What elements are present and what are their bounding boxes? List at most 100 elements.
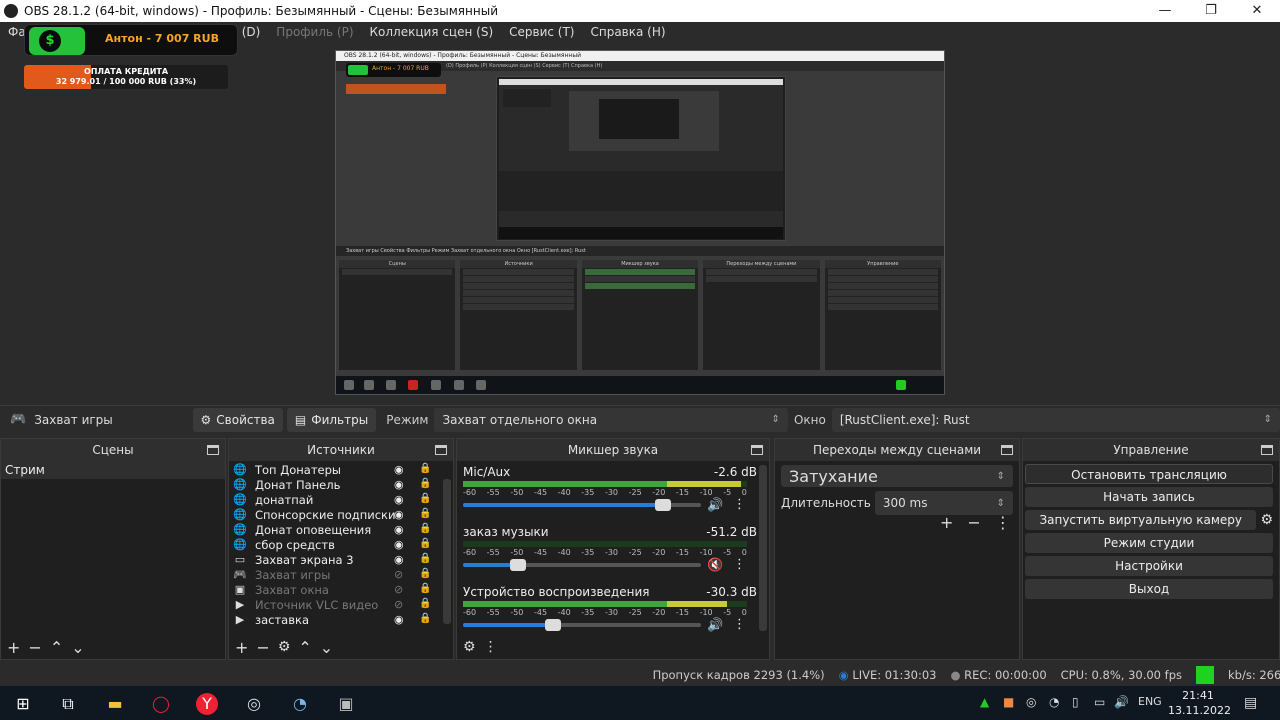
popout-icon[interactable] bbox=[207, 445, 219, 455]
eye-icon[interactable]: ◉ bbox=[394, 508, 404, 521]
lock-icon[interactable]: 🔒 bbox=[419, 463, 431, 474]
lock-icon[interactable]: 🔒 bbox=[419, 553, 431, 564]
source-item[interactable]: 🎮 Захват игры ⊘ 🔒 bbox=[229, 567, 453, 582]
start-virtual-camera-button[interactable]: Запустить виртуальную камеру bbox=[1025, 510, 1257, 530]
source-item[interactable]: 🌐 донатпай ◉ 🔒 bbox=[229, 492, 453, 507]
source-item[interactable]: ▭ Захват экрана 3 ◉ 🔒 bbox=[229, 552, 453, 567]
settings-button[interactable]: Настройки bbox=[1025, 556, 1273, 576]
close-button[interactable]: ✕ bbox=[1234, 0, 1280, 22]
add-scene-button[interactable]: + bbox=[7, 638, 20, 657]
popout-icon[interactable] bbox=[1001, 445, 1013, 455]
lock-icon[interactable]: 🔒 bbox=[419, 613, 431, 624]
lock-icon[interactable]: 🔒 bbox=[419, 583, 431, 594]
eye-icon[interactable]: ◉ bbox=[394, 463, 404, 476]
eye-hidden-icon[interactable]: ⊘ bbox=[394, 598, 403, 611]
remove-source-button[interactable]: − bbox=[256, 638, 269, 657]
fader-handle[interactable] bbox=[509, 559, 526, 571]
tray-app-icon[interactable]: ■ bbox=[1003, 695, 1014, 709]
menu-scene-collection[interactable]: Коллекция сцен (S) bbox=[362, 25, 502, 39]
eye-hidden-icon[interactable]: ⊘ bbox=[394, 583, 403, 596]
window-select[interactable]: [RustClient.exe]: Rust ⇕ bbox=[831, 407, 1280, 432]
source-item[interactable]: 🌐 Топ Донатеры ◉ 🔒 bbox=[229, 462, 453, 477]
file-explorer-icon[interactable]: ▬ bbox=[104, 693, 126, 715]
popout-icon[interactable] bbox=[751, 445, 763, 455]
start-recording-button[interactable]: Начать запись bbox=[1025, 487, 1273, 507]
eye-icon[interactable]: ◉ bbox=[394, 523, 404, 536]
lock-icon[interactable]: 🔒 bbox=[419, 568, 431, 579]
volume-fader[interactable] bbox=[463, 559, 701, 571]
eye-hidden-icon[interactable]: ⊘ bbox=[394, 568, 403, 581]
tray-nvidia-icon[interactable]: ▲ bbox=[980, 695, 989, 709]
mixer-scrollbar[interactable] bbox=[759, 465, 767, 631]
task-view-icon[interactable]: ⧉ bbox=[57, 693, 79, 715]
source-item[interactable]: 🌐 Донат оповещения ◉ 🔒 bbox=[229, 522, 453, 537]
yandex-browser-icon[interactable]: Y bbox=[196, 693, 218, 715]
fader-handle[interactable] bbox=[654, 499, 671, 511]
taskbar-clock[interactable]: 21:41 13.11.2022 bbox=[1168, 688, 1231, 718]
sources-scrollbar[interactable] bbox=[443, 479, 451, 624]
kebab-icon[interactable]: ⋮ bbox=[733, 497, 746, 512]
eye-icon[interactable]: ◉ bbox=[394, 493, 404, 506]
properties-button[interactable]: ⚙ Свойства bbox=[192, 407, 283, 432]
move-down-button[interactable]: ⌄ bbox=[71, 638, 84, 657]
volume-fader[interactable] bbox=[463, 499, 701, 511]
tray-language[interactable]: ENG bbox=[1138, 695, 1162, 708]
filters-button[interactable]: ▤ Фильтры bbox=[286, 407, 377, 432]
volume-fader[interactable] bbox=[463, 619, 701, 631]
opera-icon[interactable]: ◯ bbox=[150, 693, 172, 715]
tray-obs-icon[interactable]: ◎ bbox=[1026, 695, 1036, 709]
source-properties-button[interactable]: ⚙ bbox=[278, 639, 291, 655]
menu-tools[interactable]: Сервис (T) bbox=[501, 25, 582, 39]
menu-profile[interactable]: Профиль (P) bbox=[268, 25, 361, 39]
steam-icon[interactable]: ◔ bbox=[289, 693, 311, 715]
speaker-muted-icon[interactable]: 🔇 bbox=[707, 558, 723, 573]
transition-select[interactable]: Затухание ⇕ bbox=[781, 465, 1013, 487]
add-source-button[interactable]: + bbox=[235, 638, 248, 657]
menu-help[interactable]: Справка (H) bbox=[582, 25, 673, 39]
windows-start-icon[interactable]: ⊞ bbox=[12, 693, 34, 715]
popout-icon[interactable] bbox=[1261, 445, 1273, 455]
menu-view[interactable]: (D) bbox=[234, 25, 269, 39]
duration-spinbox[interactable]: 300 ms ⇕ bbox=[874, 491, 1013, 515]
exit-button[interactable]: Выход bbox=[1025, 579, 1273, 599]
eye-icon[interactable]: ◉ bbox=[394, 553, 404, 566]
add-transition-button[interactable]: + bbox=[940, 513, 953, 532]
maximize-button[interactable]: ❐ bbox=[1188, 0, 1234, 22]
virtual-camera-settings-icon[interactable]: ⚙ bbox=[1260, 512, 1273, 528]
lock-icon[interactable]: 🔒 bbox=[419, 538, 431, 549]
kebab-icon[interactable]: ⋮ bbox=[733, 557, 746, 572]
kebab-icon[interactable]: ⋮ bbox=[995, 513, 1011, 532]
source-item[interactable]: 🌐 Донат Панель ◉ 🔒 bbox=[229, 477, 453, 492]
lock-icon[interactable]: 🔒 bbox=[419, 493, 431, 504]
eye-icon[interactable]: ◉ bbox=[394, 538, 404, 551]
eye-icon[interactable]: ◉ bbox=[394, 613, 404, 626]
popout-icon[interactable] bbox=[435, 445, 447, 455]
lock-icon[interactable]: 🔒 bbox=[419, 598, 431, 609]
move-up-button[interactable]: ⌃ bbox=[298, 638, 311, 657]
studio-mode-button[interactable]: Режим студии bbox=[1025, 533, 1273, 553]
tray-device-icon[interactable]: ▯ bbox=[1072, 695, 1079, 709]
speaker-icon[interactable]: 🔊 bbox=[707, 498, 723, 513]
lock-icon[interactable]: 🔒 bbox=[419, 508, 431, 519]
kebab-icon[interactable]: ⋮ bbox=[733, 617, 746, 632]
lock-icon[interactable]: 🔒 bbox=[419, 523, 431, 534]
scene-item[interactable]: Стрим bbox=[1, 461, 225, 479]
preview-canvas[interactable]: OBS 28.1.2 (64-bit, windows) - Профиль: … bbox=[335, 50, 945, 395]
speaker-icon[interactable]: 🔊 bbox=[707, 618, 723, 633]
remove-scene-button[interactable]: − bbox=[28, 638, 41, 657]
source-item[interactable]: 🌐 Спонсорские подписки ◉ 🔒 bbox=[229, 507, 453, 522]
app-icon[interactable]: ▣ bbox=[335, 693, 357, 715]
lock-icon[interactable]: 🔒 bbox=[419, 478, 431, 489]
kebab-icon[interactable]: ⋮ bbox=[484, 639, 498, 655]
tray-volume-icon[interactable]: 🔊 bbox=[1114, 695, 1129, 709]
source-item[interactable]: 🌐 сбор средств ◉ 🔒 bbox=[229, 537, 453, 552]
fader-handle[interactable] bbox=[545, 619, 562, 631]
remove-transition-button[interactable]: − bbox=[967, 513, 980, 532]
obs-taskbar-icon[interactable]: ◎ bbox=[243, 693, 265, 715]
tray-network-icon[interactable]: ▭ bbox=[1094, 695, 1105, 709]
source-item[interactable]: ▣ Захват окна ⊘ 🔒 bbox=[229, 582, 453, 597]
tray-steam-icon[interactable]: ◔ bbox=[1049, 695, 1059, 709]
move-up-button[interactable]: ⌃ bbox=[50, 638, 63, 657]
gear-icon[interactable]: ⚙ bbox=[463, 639, 476, 655]
eye-icon[interactable]: ◉ bbox=[394, 478, 404, 491]
